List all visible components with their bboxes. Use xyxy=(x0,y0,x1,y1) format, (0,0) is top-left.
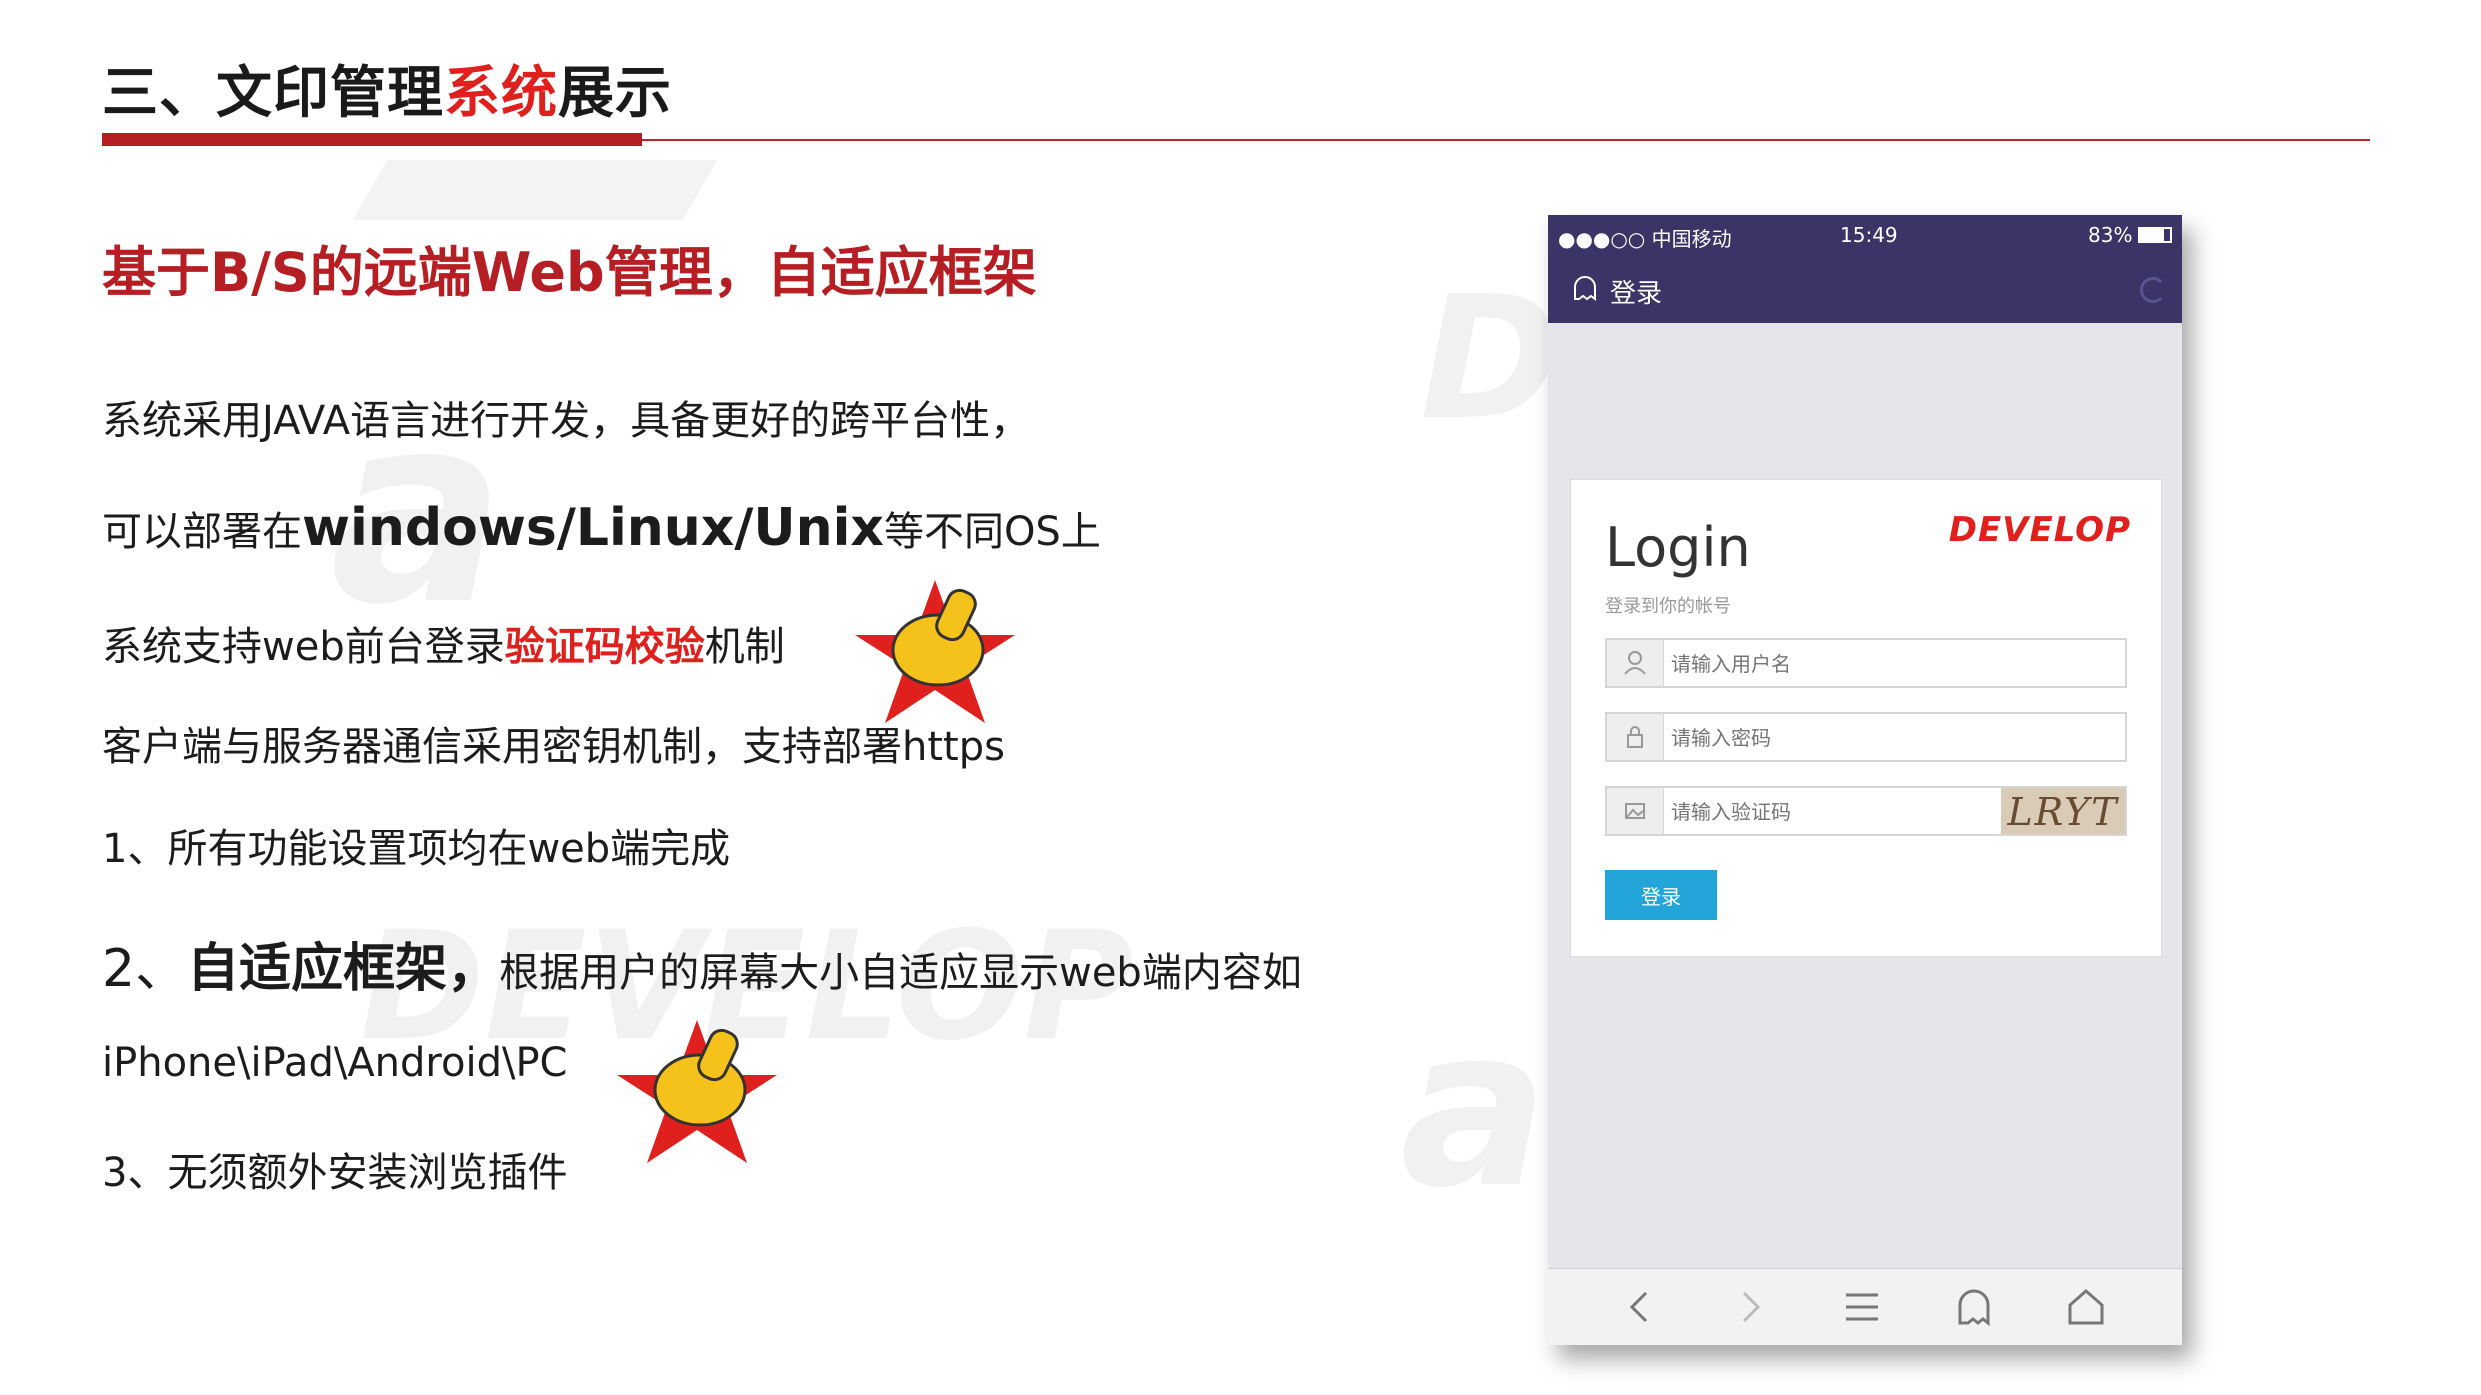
password-field[interactable] xyxy=(1605,712,2127,762)
login-heading: Login xyxy=(1605,516,1751,579)
text-line-3c: 机制 xyxy=(704,624,785,670)
title-divider-line xyxy=(642,139,2370,141)
user-icon xyxy=(1607,640,1664,686)
title-underline-bar xyxy=(102,133,642,146)
refresh-icon[interactable] xyxy=(2140,277,2166,303)
app-bar: 登录 xyxy=(1548,257,2182,323)
battery-icon xyxy=(2138,227,2172,243)
watermark-shape xyxy=(352,160,718,220)
ghost-icon xyxy=(1574,276,1596,301)
text-line-6a: 2、 xyxy=(102,939,188,999)
captcha-field[interactable]: LRYT xyxy=(1605,786,2127,836)
captcha-input[interactable] xyxy=(1669,788,2053,836)
back-icon[interactable] xyxy=(1618,1287,1662,1327)
text-line-3a: 系统支持web前台登录 xyxy=(102,624,505,670)
login-subtitle: 登录到你的帐号 xyxy=(1605,596,1731,617)
watermark-logo-right-a: a xyxy=(1400,980,1549,1236)
ghost-icon[interactable] xyxy=(1952,1287,1996,1327)
browser-bottom-nav xyxy=(1548,1268,2182,1345)
slide-title: 三、文印管理系统展示 xyxy=(102,48,672,129)
home-icon[interactable] xyxy=(2064,1287,2108,1327)
forward-icon[interactable] xyxy=(1728,1287,1772,1327)
password-input[interactable] xyxy=(1669,714,2053,762)
title-part2: 展示 xyxy=(558,61,672,126)
menu-icon[interactable] xyxy=(1840,1287,1884,1327)
adaptive-highlight: 自适应框架， xyxy=(187,939,500,999)
os-list: windows/Linux/Unix xyxy=(302,498,884,558)
captcha-image[interactable]: LRYT xyxy=(2001,788,2125,834)
clock-label: 15:49 xyxy=(1840,223,1898,247)
phone-screenshot: ●●●○○ 中国移动 15:49 83% 登录 Login 登录到你的帐号 DE… xyxy=(1548,215,2182,1345)
text-line-3: 系统支持web前台登录验证码校验机制 xyxy=(102,614,785,672)
text-line-7: iPhone\iPad\Android\PC xyxy=(102,1040,568,1086)
text-line-8: 3、无须额外安装浏览插件 xyxy=(102,1150,568,1196)
title-part1: 三、文印管理 xyxy=(102,61,444,126)
develop-logo: DEVELOP xyxy=(1948,510,2131,550)
section-subtitle: 基于B/S的远端Web管理，自适应框架 xyxy=(102,241,1037,304)
username-field[interactable] xyxy=(1605,638,2127,688)
app-title: 登录 xyxy=(1610,279,1663,309)
title-red: 系统 xyxy=(444,61,558,126)
image-icon xyxy=(1607,788,1664,834)
text-line-6: 2、自适应框架，根据用户的屏幕大小自适应显示web端内容如 xyxy=(102,926,1302,1001)
battery-label: 83% xyxy=(2088,223,2133,247)
lock-icon xyxy=(1607,714,1664,760)
text-line-5: 1、所有功能设置项均在web端完成 xyxy=(102,826,731,872)
thumbs-up-icon xyxy=(617,1020,777,1163)
carrier-label: ●●●○○ 中国移动 xyxy=(1558,227,1732,251)
text-line-2a: 可以部署在 xyxy=(102,509,302,555)
status-bar: ●●●○○ 中国移动 15:49 83% xyxy=(1548,215,2182,257)
text-line-6c: 根据用户的屏幕大小自适应显示web端内容如 xyxy=(499,950,1302,996)
login-card: Login 登录到你的帐号 DEVELOP LRYT 登录 xyxy=(1570,479,2162,957)
thumbs-up-icon xyxy=(855,580,1015,723)
captcha-highlight: 验证码校验 xyxy=(504,624,705,670)
text-line-2c: 等不同OS上 xyxy=(883,509,1101,555)
text-line-1: 系统采用JAVA语言进行开发，具备更好的跨平台性， xyxy=(102,398,1031,444)
text-line-2: 可以部署在windows/Linux/Unix等不同OS上 xyxy=(102,498,1101,558)
login-button[interactable]: 登录 xyxy=(1605,870,1717,920)
username-input[interactable] xyxy=(1669,640,2053,688)
